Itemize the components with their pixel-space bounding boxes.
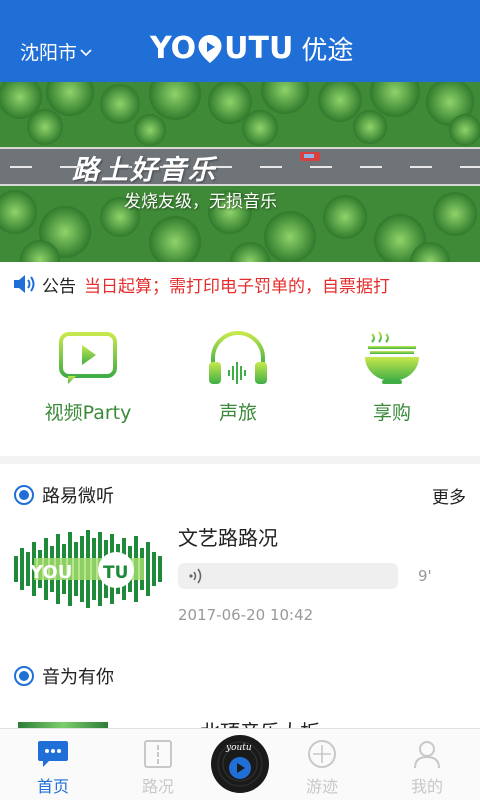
compass-icon — [308, 740, 336, 768]
user-icon — [414, 741, 440, 769]
bowl-icon — [365, 331, 419, 384]
audio-title: 文艺路路况 — [178, 526, 278, 550]
tab-label: 游迹 — [305, 777, 338, 796]
quick-item-label: 享购 — [372, 402, 411, 424]
chevron-down-icon — [80, 48, 92, 56]
notice-label: 公告 — [42, 276, 76, 297]
tab-home[interactable]: 首页 — [13, 739, 93, 797]
logo-wordmark: YO UTU — [150, 31, 294, 66]
quick-item-xiang-gou[interactable]: 享购 — [322, 330, 462, 425]
quick-entries: 视频Party 声旅 享购 — [0, 330, 480, 440]
tab-travel[interactable]: 游迹 — [282, 739, 362, 797]
center-play-button[interactable]: youtu — [210, 734, 270, 794]
section-lu-yi-wei-ting: 路易微听 更多 — [0, 480, 480, 510]
promo-banner[interactable]: 路上好音乐 发烧友级，无损音乐 — [0, 82, 480, 262]
banner-title: 路上好音乐 — [72, 155, 217, 186]
radio-dot-icon — [14, 666, 34, 686]
section-title: 路易微听 — [42, 486, 114, 507]
vinyl-record-icon: youtu — [211, 735, 269, 793]
thumb-text-left: YOU — [29, 562, 72, 583]
audio-date: 2017-06-20 10:42 — [178, 606, 314, 624]
notice-bar[interactable]: 公告 当日起算；需打印电子罚单的，自票据打 — [0, 262, 480, 306]
app-header: 沈阳市 YO UTU 优途 — [0, 0, 480, 82]
quick-item-label: 视频Party — [44, 402, 132, 424]
city-selector[interactable]: 沈阳市 — [20, 38, 92, 65]
location-pin-icon — [198, 34, 222, 63]
notice-text: 当日起算；需打印电子罚单的，自票据打 — [84, 276, 390, 297]
headphones-icon — [209, 331, 267, 384]
section-title: 音为有你 — [42, 667, 114, 688]
tab-label: 首页 — [36, 777, 69, 796]
section-divider — [0, 456, 480, 464]
road-icon — [144, 740, 172, 768]
speaker-icon — [14, 275, 35, 293]
tab-road[interactable]: 路况 — [118, 739, 198, 797]
logo-chinese: 优途 — [301, 36, 354, 66]
app-logo: YO UTU 优途 — [150, 30, 353, 67]
quick-item-label: 声旅 — [218, 402, 257, 424]
quick-item-video-party[interactable]: 视频Party — [18, 330, 158, 425]
section-yin-wei-you-ni: 音为有你 — [0, 661, 480, 691]
city-label: 沈阳市 — [20, 42, 78, 64]
radio-dot-icon — [14, 485, 34, 505]
more-link[interactable]: 更多 — [432, 483, 466, 508]
audio-player-bar[interactable] — [178, 563, 398, 589]
chat-bubble-icon — [38, 741, 68, 767]
youtu-audio-thumbnail: YOU TU — [14, 528, 164, 610]
sound-wave-icon — [189, 568, 202, 584]
audio-duration: 9' — [418, 567, 432, 585]
thumb-text-right: TU — [103, 563, 128, 583]
banner-subtitle: 发烧友级，无损音乐 — [124, 192, 277, 212]
video-play-icon — [59, 332, 117, 384]
quick-item-sheng-lv[interactable]: 声旅 — [168, 330, 308, 425]
tab-label: 路况 — [141, 777, 174, 796]
tab-label: 我的 — [410, 777, 443, 796]
center-label: youtu — [225, 743, 252, 753]
audio-list-item[interactable]: YOU TU 文艺路路况 9' 2017-06-20 10:42 — [0, 520, 480, 630]
tab-mine[interactable]: 我的 — [387, 739, 467, 797]
